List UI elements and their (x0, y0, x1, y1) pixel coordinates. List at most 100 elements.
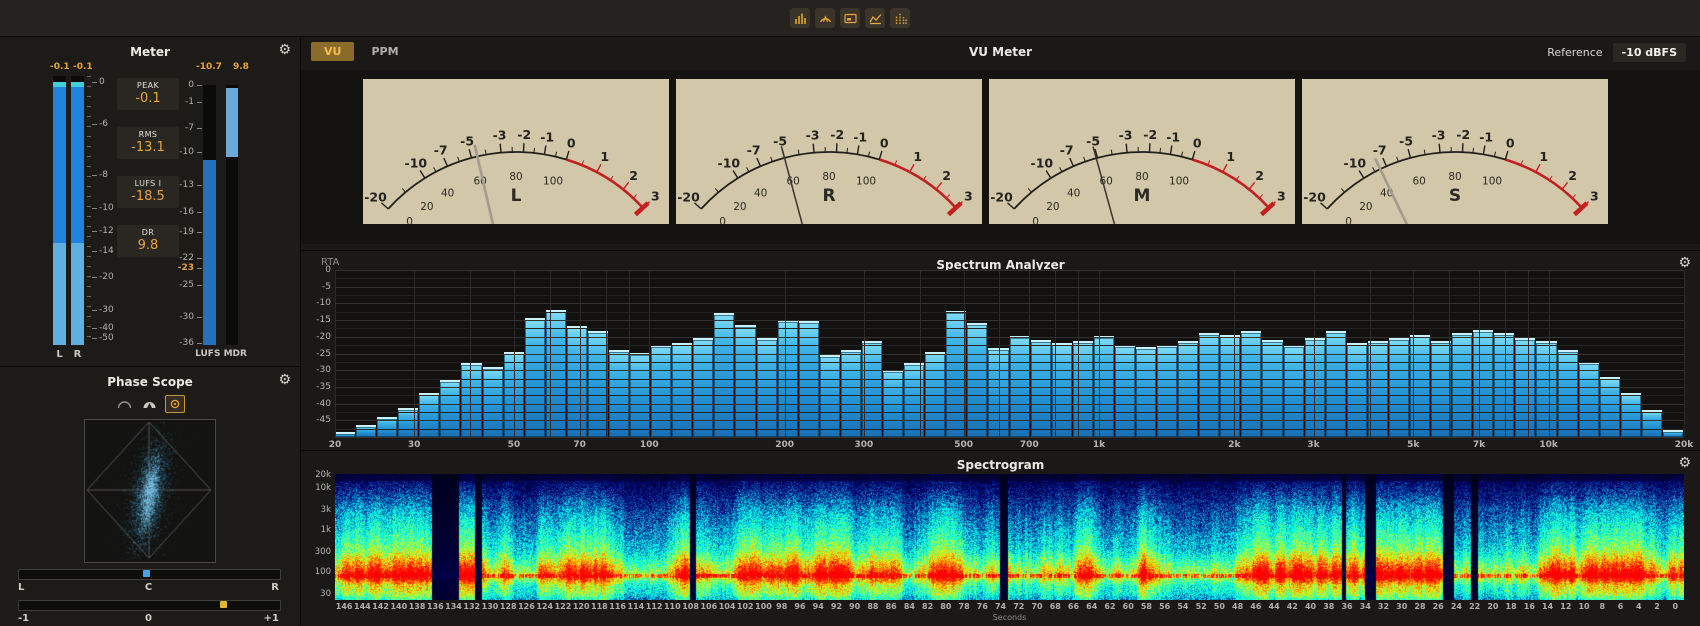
spectrum-x-tick-label: 70 (573, 440, 586, 450)
spectrum-bar (1347, 343, 1367, 437)
svg-text:-10: -10 (405, 156, 428, 171)
svg-text:-5: -5 (1399, 133, 1413, 148)
lufs-tick-label: -22 (162, 253, 194, 263)
level-fill (71, 87, 84, 243)
svg-text:1: 1 (1539, 149, 1548, 164)
reference-label: Reference (1547, 46, 1602, 59)
spectrum-x-tick-label: 20 (329, 440, 342, 450)
svg-text:-2: -2 (830, 127, 844, 142)
spectrogram-x-tick-label: 34 (1356, 602, 1374, 611)
spectrum-settings-gear-icon[interactable]: ⚙ (1678, 256, 1691, 270)
spectrogram-canvas (335, 474, 1684, 600)
spectrum-x-tick-label: 10k (1539, 440, 1558, 450)
svg-text:R: R (822, 186, 835, 206)
spectrogram-x-tick-label: 130 (481, 602, 499, 611)
svg-text:-5: -5 (773, 133, 787, 148)
svg-text:20: 20 (733, 201, 746, 213)
svg-text:0: 0 (1506, 135, 1515, 150)
spectrogram-x-tick-label: 8 (1593, 602, 1611, 611)
svg-text:40: 40 (1067, 188, 1080, 200)
svg-text:-2: -2 (1143, 127, 1157, 142)
spectrogram-x-tick-label: 104 (718, 602, 736, 611)
phase-settings-gear-icon[interactable]: ⚙ (278, 373, 291, 387)
vu-meter-face-R: -20-10-7-5-3-2-10123020406080100R (676, 79, 982, 224)
svg-text:-3: -3 (806, 128, 820, 143)
svg-text:-3: -3 (493, 128, 507, 143)
phase-scope-icon[interactable] (840, 8, 860, 28)
spectrum-y-tick-label: -25 (307, 349, 331, 359)
lufs-tick (197, 212, 202, 213)
spectrogram-y-tick-label: 1k (303, 525, 331, 535)
spectrogram-x-tick-label: 138 (408, 602, 426, 611)
svg-text:L: L (511, 186, 522, 206)
phase-scope-display (84, 419, 216, 563)
spectrogram-x-tick-label: 124 (536, 602, 554, 611)
svg-text:-1: -1 (1166, 130, 1180, 145)
vu-meter-L: -20-10-7-5-3-2-10123020406080100L (363, 79, 669, 224)
spectrogram-y-tick-label: 30 (303, 589, 331, 599)
svg-text:M: M (1134, 186, 1151, 206)
svg-text:40: 40 (754, 188, 767, 200)
lufs-tick-label: -30 (162, 312, 194, 322)
spectrogram-settings-gear-icon[interactable]: ⚙ (1678, 456, 1691, 470)
peak-hold-right: -0.1 (73, 62, 93, 72)
spectrogram-x-tick-label: 98 (773, 602, 791, 611)
svg-text:80: 80 (822, 171, 835, 183)
balance-slider[interactable] (18, 569, 281, 580)
spectrum-x-tick-label: 700 (1020, 440, 1039, 450)
spectrogram-y-tick-label: 300 (303, 547, 331, 557)
grid-hline (335, 270, 1684, 271)
spectrogram-x-tick-label: 140 (390, 602, 408, 611)
svg-text:-7: -7 (747, 143, 761, 158)
vu-meter-face-S: -20-10-7-5-3-2-10123020406080100S (1302, 79, 1608, 224)
balance-marker[interactable] (143, 570, 150, 577)
meter-bars-icon[interactable] (790, 8, 810, 28)
meter-tick-label: -40 (99, 323, 114, 333)
svg-text:0: 0 (1345, 216, 1352, 224)
svg-text:40: 40 (441, 188, 454, 200)
spectrogram-x-tick-label: 80 (937, 602, 955, 611)
svg-text:2: 2 (1255, 168, 1264, 183)
lufs-peak-value: -10.7 (196, 62, 222, 72)
spectrum-bar (1452, 333, 1472, 437)
spectrogram-x-tick-label: 66 (1064, 602, 1082, 611)
svg-text:-1: -1 (1479, 130, 1493, 145)
svg-text:2: 2 (1568, 168, 1577, 183)
grid-hline (335, 312, 1684, 313)
svg-text:-7: -7 (1373, 143, 1387, 158)
spectrogram-x-tick-label: 14 (1538, 602, 1556, 611)
vu-meter-R: -20-10-7-5-3-2-10123020406080100R (676, 79, 982, 224)
svg-text:-20: -20 (990, 190, 1013, 205)
spectrum-y-tick-label: -45 (307, 415, 331, 425)
svg-text:S: S (1449, 186, 1461, 206)
vu-gauge-icon[interactable] (815, 8, 835, 28)
dr-meter (226, 85, 238, 345)
lufs-tick (197, 258, 202, 259)
correlation-marker[interactable] (220, 601, 227, 608)
reference-value[interactable]: -10 dBFS (1613, 43, 1686, 62)
spectrum-bar (1073, 341, 1093, 437)
scope-square-icon[interactable] (165, 395, 185, 413)
lufs-tick (197, 128, 202, 129)
spectrogram-y-tick-label: 3k (303, 505, 331, 515)
spectrum-curve-icon[interactable] (865, 8, 885, 28)
goniometer-arc-icon[interactable] (115, 396, 133, 412)
spectrogram-x-tick-label: 52 (1192, 602, 1210, 611)
meter-settings-gear-icon[interactable]: ⚙ (278, 43, 291, 57)
spectrum-bar (609, 350, 629, 437)
grid-hline (335, 337, 1684, 338)
spectrum-bar (1284, 345, 1304, 437)
gauge-filled-icon[interactable] (140, 396, 158, 412)
spectrum-y-tick-label: -15 (307, 315, 331, 325)
correlation-slider[interactable] (18, 600, 281, 611)
spectrogram-x-tick-label: 78 (955, 602, 973, 611)
svg-text:-20: -20 (1303, 190, 1326, 205)
spectrogram-x-axis: 1461441421401381361341321301281261241221… (335, 602, 1684, 611)
lufs-tick (197, 343, 202, 344)
spectrum-bar (1579, 362, 1599, 437)
lufs-tick (197, 317, 202, 318)
spectrum-y-tick-label: 0 (307, 265, 331, 275)
spectrum-bar (862, 341, 882, 437)
spectrogram-icon[interactable] (890, 8, 910, 28)
lufs-tick-label: 0 (162, 80, 194, 90)
